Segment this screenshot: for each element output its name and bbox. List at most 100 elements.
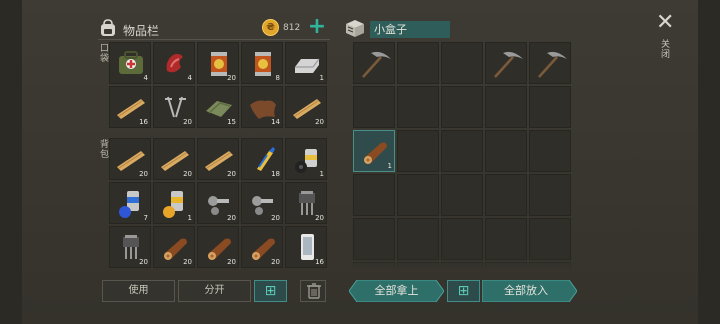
- item-count: 4: [187, 74, 192, 82]
- split-button[interactable]: 分开: [178, 280, 251, 302]
- pocket-slot[interactable]: 15: [197, 86, 239, 128]
- pocket-slot[interactable]: 4: [153, 42, 195, 84]
- pocket-slot[interactable]: 20: [153, 86, 195, 128]
- container-title: 小盒子: [370, 21, 450, 38]
- container-slot[interactable]: [441, 130, 483, 172]
- container-slot[interactable]: [529, 86, 571, 128]
- container-slot[interactable]: [529, 174, 571, 216]
- item-count: 20: [183, 118, 192, 126]
- pickaxe-icon: [362, 51, 391, 78]
- spray-can-yellow-icon: [163, 191, 183, 218]
- item-count: 20: [183, 170, 192, 178]
- pocket-slot[interactable]: 14: [241, 86, 283, 128]
- backpack-slot[interactable]: 20: [153, 226, 195, 268]
- container-slot[interactable]: [397, 86, 439, 128]
- coin-icon: ₴: [262, 19, 279, 36]
- item-count: 20: [271, 258, 280, 266]
- backpack-slot[interactable]: 18: [241, 138, 283, 180]
- put-all-button[interactable]: 全部放入: [482, 280, 570, 302]
- pocket-slot[interactable]: 16: [109, 86, 151, 128]
- sort-container-button[interactable]: ⊞: [447, 280, 480, 302]
- item-count: 20: [227, 170, 236, 178]
- close-label: 关闭: [661, 40, 671, 60]
- container-slot[interactable]: [529, 130, 571, 172]
- trash-icon: [307, 283, 321, 299]
- close-button[interactable]: ✕: [656, 12, 674, 34]
- log-icon: [364, 142, 387, 164]
- container-slot[interactable]: 1: [353, 130, 395, 172]
- backpack-slot[interactable]: 20: [241, 226, 283, 268]
- container-slot[interactable]: [441, 218, 483, 260]
- coin-balance: 812: [283, 23, 301, 33]
- box-icon: [346, 20, 364, 37]
- item-count: 1: [387, 162, 392, 170]
- container-slot[interactable]: [441, 42, 483, 84]
- backpack-slot[interactable]: 7: [109, 182, 151, 224]
- item-count: 20: [227, 74, 236, 82]
- pocket-slot[interactable]: 8: [241, 42, 283, 84]
- backpack-slot[interactable]: 20: [285, 182, 327, 224]
- item-count: 1: [187, 214, 192, 222]
- container-slot[interactable]: [397, 218, 439, 260]
- backpack-slot[interactable]: 20: [197, 226, 239, 268]
- item-count: 16: [315, 258, 324, 266]
- header-divider: [98, 39, 330, 40]
- pocket-grid: 4 4 20 8 1 16 20 15 14 20: [109, 42, 327, 128]
- pickaxe-icon: [494, 51, 523, 78]
- take-all-button[interactable]: 全部拿上: [349, 280, 444, 302]
- use-button[interactable]: 使用: [102, 280, 175, 302]
- scroll-fade: [352, 258, 574, 270]
- pocket-slot[interactable]: 4: [109, 42, 151, 84]
- backpack-slot[interactable]: 20: [109, 138, 151, 180]
- pocket-slot[interactable]: 20: [197, 42, 239, 84]
- pocket-slot[interactable]: 20: [285, 86, 327, 128]
- item-count: 8: [275, 74, 280, 82]
- right-edge: [698, 0, 720, 324]
- meat-icon: [166, 53, 183, 73]
- grid-sort-icon: ⊞: [457, 283, 470, 299]
- container-slot[interactable]: [485, 130, 527, 172]
- backpack-slot[interactable]: 20: [153, 138, 195, 180]
- backpack-slot[interactable]: 20: [109, 226, 151, 268]
- item-count: 20: [227, 214, 236, 222]
- container-slot[interactable]: [529, 42, 571, 84]
- container-slot[interactable]: [441, 174, 483, 216]
- container-slot[interactable]: [485, 218, 527, 260]
- container-slot[interactable]: [353, 42, 395, 84]
- item-count: 1: [319, 74, 324, 82]
- canned-food-icon: [255, 52, 271, 76]
- container-slot[interactable]: [397, 130, 439, 172]
- container-grid: 1: [353, 42, 571, 270]
- backpack-slot[interactable]: 16: [285, 226, 327, 268]
- backpack-slot[interactable]: 20: [241, 182, 283, 224]
- pocket-slot[interactable]: 1: [285, 42, 327, 84]
- item-count: 7: [143, 214, 148, 222]
- backpack-slot[interactable]: 20: [197, 182, 239, 224]
- backpack-slot[interactable]: 1: [153, 182, 195, 224]
- sort-inventory-button[interactable]: ⊞: [254, 280, 287, 302]
- backpack-slot[interactable]: 20: [197, 138, 239, 180]
- container-slot[interactable]: [485, 42, 527, 84]
- item-count: 20: [139, 170, 148, 178]
- grid-sort-icon: ⊞: [264, 283, 277, 299]
- container-slot[interactable]: [441, 86, 483, 128]
- add-coins-button[interactable]: +: [307, 16, 327, 38]
- item-count: 20: [315, 214, 324, 222]
- container-slot[interactable]: [353, 174, 395, 216]
- item-count: 14: [271, 118, 280, 126]
- backpack-grid: 20 20 20 18 1 7 1 20 20 20 20 20 20 20 16: [109, 138, 327, 268]
- backpack-slot[interactable]: 1: [285, 138, 327, 180]
- item-count: 16: [139, 118, 148, 126]
- item-count: 4: [143, 74, 148, 82]
- spray-can-tape-icon: [295, 149, 317, 173]
- container-slot[interactable]: [353, 86, 395, 128]
- trash-button[interactable]: [300, 280, 326, 302]
- first-aid-bag-icon: [119, 51, 143, 74]
- container-slot[interactable]: [485, 86, 527, 128]
- container-slot[interactable]: [485, 174, 527, 216]
- container-slot[interactable]: [529, 218, 571, 260]
- pickaxe-icon: [538, 51, 567, 78]
- container-slot[interactable]: [397, 42, 439, 84]
- container-slot[interactable]: [353, 218, 395, 260]
- container-slot[interactable]: [397, 174, 439, 216]
